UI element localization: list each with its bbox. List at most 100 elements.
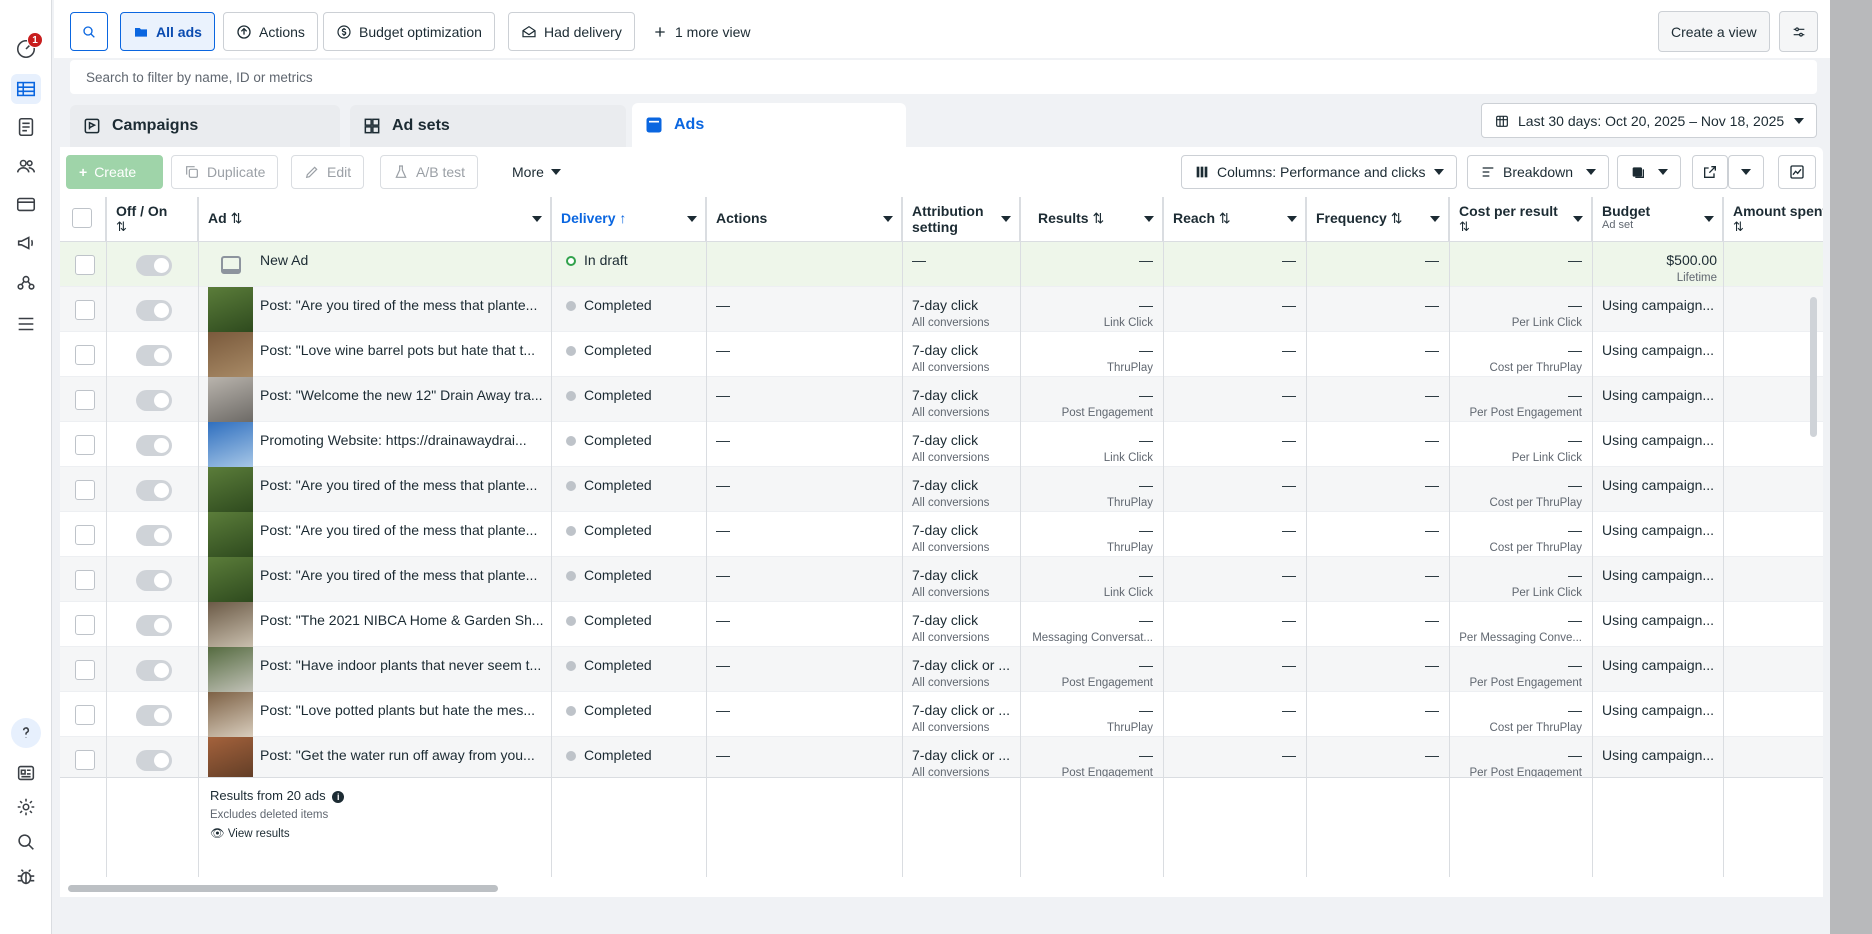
duplicate-button[interactable]: Duplicate <box>171 155 279 189</box>
row-checkbox[interactable] <box>75 660 95 680</box>
table-row[interactable]: Post: "Welcome the new 12" Drain Away tr… <box>60 377 1823 422</box>
ad-name-link[interactable]: New Ad <box>260 242 545 287</box>
ad-status-toggle[interactable] <box>136 300 172 321</box>
row-checkbox[interactable] <box>75 300 95 320</box>
ad-name-link[interactable]: Post: "Get the water run off away from y… <box>260 737 545 782</box>
ad-status-toggle[interactable] <box>136 525 172 546</box>
create-view-button[interactable]: Create a view <box>1658 11 1770 52</box>
ad-name-link[interactable]: Post: "Are you tired of the mess that pl… <box>260 512 545 557</box>
nav-menu-button[interactable] <box>11 309 41 339</box>
view-tab-all-ads[interactable]: All ads <box>120 12 215 51</box>
tab-campaigns[interactable]: Campaigns <box>70 105 340 147</box>
table-row[interactable]: Post: "Are you tired of the mess that pl… <box>60 287 1823 332</box>
row-checkbox[interactable] <box>75 525 95 545</box>
column-header-reach[interactable]: Reach ⇅ <box>1163 197 1306 242</box>
ad-status-toggle[interactable] <box>136 255 172 276</box>
row-checkbox[interactable] <box>75 435 95 455</box>
table-row[interactable]: Post: "Are you tired of the mess that pl… <box>60 512 1823 557</box>
ad-name-link[interactable]: Post: "The 2021 NIBCA Home & Garden Sh..… <box>260 602 545 647</box>
more-button[interactable]: More <box>500 155 573 189</box>
column-header-amount-spent[interactable]: Amount spent ⇅ <box>1723 197 1823 242</box>
nav-billing-button[interactable] <box>11 189 41 219</box>
view-tab-budget-optimization[interactable]: Budget optimization <box>323 12 495 51</box>
table-row[interactable]: Post: "Have indoor plants that never see… <box>60 647 1823 692</box>
nav-news-button[interactable] <box>11 758 41 788</box>
breakdown-button[interactable]: Breakdown <box>1467 155 1609 189</box>
column-header-ad[interactable]: Ad ⇅ <box>198 197 551 242</box>
column-header-attribution[interactable]: Attribution setting <box>902 197 1020 242</box>
ad-name-link[interactable]: Post: "Have indoor plants that never see… <box>260 647 545 692</box>
ad-status-toggle[interactable] <box>136 435 172 456</box>
nav-ads-manager-button[interactable] <box>11 74 41 104</box>
ab-test-button[interactable]: A/B test <box>380 155 479 189</box>
ad-name-link[interactable]: Post: "Are you tired of the mess that pl… <box>260 467 545 512</box>
date-range-picker[interactable]: Last 30 days: Oct 20, 2025 – Nov 18, 202… <box>1481 103 1817 138</box>
column-header-frequency[interactable]: Frequency ⇅ <box>1306 197 1449 242</box>
nav-search-button[interactable] <box>11 827 41 857</box>
create-button[interactable]: + Create <box>66 155 163 189</box>
view-settings-button[interactable] <box>1779 11 1818 52</box>
ad-status-toggle[interactable] <box>136 705 172 726</box>
table-row[interactable]: Promoting Website: https://drainawaydrai… <box>60 422 1823 467</box>
table-row[interactable]: Post: "Love wine barrel pots but hate th… <box>60 332 1823 377</box>
ad-name-link[interactable]: Post: "Are you tired of the mess that pl… <box>260 287 545 332</box>
row-checkbox[interactable] <box>75 705 95 725</box>
table-row[interactable]: Post: "The 2021 NIBCA Home & Garden Sh..… <box>60 602 1823 647</box>
row-checkbox[interactable] <box>75 255 95 275</box>
nav-settings-button[interactable] <box>11 792 41 822</box>
row-checkbox[interactable] <box>75 480 95 500</box>
row-checkbox[interactable] <box>75 390 95 410</box>
column-header-budget[interactable]: Budget Ad set <box>1592 197 1723 242</box>
view-tab-actions[interactable]: Actions <box>223 12 318 51</box>
ad-name-link[interactable]: Post: "Love potted plants but hate the m… <box>260 692 545 737</box>
ad-status-toggle[interactable] <box>136 660 172 681</box>
ad-status-toggle[interactable] <box>136 615 172 636</box>
row-checkbox[interactable] <box>75 345 95 365</box>
column-header-results[interactable]: Results ⇅ <box>1020 197 1163 242</box>
column-header-delivery[interactable]: Delivery ↑ <box>551 197 706 242</box>
more-views-button[interactable]: 1 more view <box>640 12 762 51</box>
ad-name-link[interactable]: Post: "Love wine barrel pots but hate th… <box>260 332 545 377</box>
row-checkbox[interactable] <box>75 615 95 635</box>
row-checkbox[interactable] <box>75 570 95 590</box>
view-results-link[interactable]: 👁 View results <box>210 826 290 840</box>
search-input[interactable]: Search to filter by name, ID or metrics <box>70 60 1817 94</box>
horizontal-scrollbar[interactable] <box>68 885 498 892</box>
ad-status-toggle[interactable] <box>136 480 172 501</box>
nav-business-button[interactable] <box>11 268 41 298</box>
nav-pages-button[interactable] <box>11 112 41 142</box>
search-toggle-button[interactable] <box>70 12 108 51</box>
table-row[interactable]: Post: "Get the water run off away from y… <box>60 737 1823 782</box>
vertical-scrollbar[interactable] <box>1810 297 1817 437</box>
tab-ads[interactable]: Ads <box>632 103 906 147</box>
export-dropdown-button[interactable] <box>1728 155 1764 189</box>
row-checkbox[interactable] <box>75 750 95 770</box>
column-header-off-on[interactable]: Off / On ⇅ <box>106 197 198 242</box>
ad-status-toggle[interactable] <box>136 345 172 366</box>
view-tab-had-delivery[interactable]: Had delivery <box>508 12 635 51</box>
nav-campaigns-button[interactable] <box>11 228 41 258</box>
table-row[interactable]: New Ad In draft — — — — — $500.00 Lifetime <box>60 242 1823 287</box>
ad-status-toggle[interactable] <box>136 390 172 411</box>
column-header-cost-per-result[interactable]: Cost per result ⇅ <box>1449 197 1592 242</box>
columns-button[interactable]: Columns: Performance and clicks <box>1181 155 1457 189</box>
select-all-checkbox[interactable] <box>72 208 92 228</box>
table-row[interactable]: Post: "Are you tired of the mess that pl… <box>60 467 1823 512</box>
ad-name-link[interactable]: Promoting Website: https://drainawaydrai… <box>260 422 545 467</box>
nav-help-button[interactable] <box>11 718 41 748</box>
ad-status-toggle[interactable] <box>136 750 172 771</box>
nav-overview-button[interactable]: 1 <box>11 32 43 64</box>
ad-name-link[interactable]: Post: "Are you tired of the mess that pl… <box>260 557 545 602</box>
reports-dropdown-button[interactable] <box>1617 155 1681 189</box>
table-row[interactable]: Post: "Love potted plants but hate the m… <box>60 692 1823 737</box>
edit-button[interactable]: Edit <box>291 155 365 189</box>
nav-audiences-button[interactable] <box>11 151 41 181</box>
export-button[interactable] <box>1692 155 1728 189</box>
ad-status-toggle[interactable] <box>136 570 172 591</box>
ad-name-link[interactable]: Post: "Welcome the new 12" Drain Away tr… <box>260 377 545 422</box>
charts-button[interactable] <box>1778 155 1816 189</box>
tab-ad-sets[interactable]: Ad sets <box>350 105 626 147</box>
column-header-actions[interactable]: Actions <box>706 197 902 242</box>
nav-report-bug-button[interactable] <box>11 862 41 892</box>
table-row[interactable]: Post: "Are you tired of the mess that pl… <box>60 557 1823 602</box>
